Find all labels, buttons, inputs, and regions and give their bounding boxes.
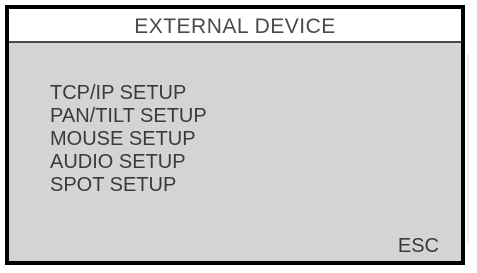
menu-item-spot-setup[interactable]: SPOT SETUP xyxy=(50,174,207,197)
dialog-title-bar: EXTERNAL DEVICE xyxy=(9,9,461,43)
esc-button[interactable]: ESC xyxy=(398,234,439,258)
external-device-dialog: EXTERNAL DEVICE TCP/IP SETUP PAN/TILT SE… xyxy=(5,5,465,265)
edge-shadow xyxy=(467,54,470,244)
dialog-content: TCP/IP SETUP PAN/TILT SETUP MOUSE SETUP … xyxy=(9,43,461,261)
menu-item-tcp-ip-setup[interactable]: TCP/IP SETUP xyxy=(50,82,207,105)
dialog-title: EXTERNAL DEVICE xyxy=(134,14,336,38)
menu-item-mouse-setup[interactable]: MOUSE SETUP xyxy=(50,128,207,151)
osd-screen: EXTERNAL DEVICE TCP/IP SETUP PAN/TILT SE… xyxy=(0,0,477,273)
setup-menu: TCP/IP SETUP PAN/TILT SETUP MOUSE SETUP … xyxy=(50,82,207,197)
menu-item-audio-setup[interactable]: AUDIO SETUP xyxy=(50,151,207,174)
menu-item-pan-tilt-setup[interactable]: PAN/TILT SETUP xyxy=(50,105,207,128)
